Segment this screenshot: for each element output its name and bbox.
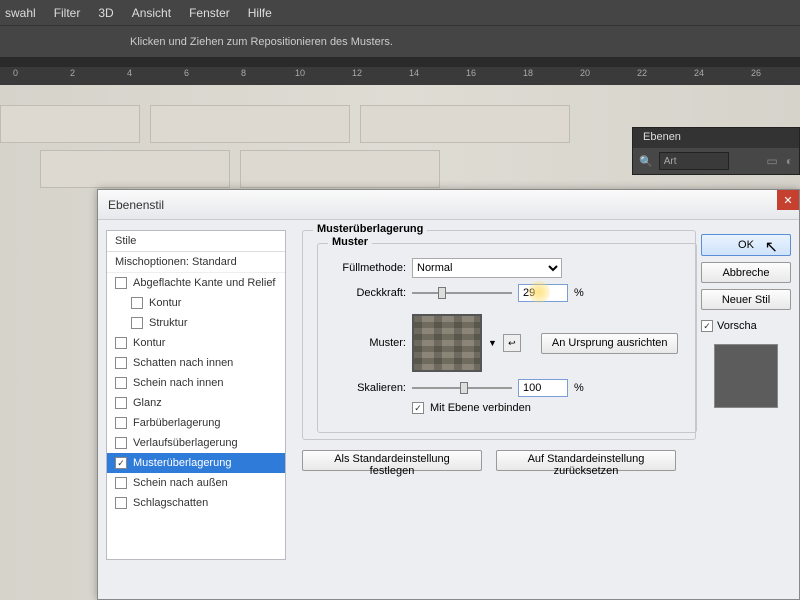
style-label: Schatten nach innen — [133, 357, 233, 369]
style-label: Glanz — [133, 397, 162, 409]
ok-button[interactable]: OK ↖ — [701, 234, 791, 256]
new-style-button[interactable]: Neuer Stil — [701, 289, 791, 310]
style-label: Abgeflachte Kante und Relief — [133, 277, 276, 289]
style-checkbox[interactable]: ✓ — [115, 457, 127, 469]
style-checkbox[interactable] — [115, 417, 127, 429]
link-with-layer-checkbox[interactable]: ✓ — [412, 402, 424, 414]
style-item[interactable]: Glanz — [107, 393, 285, 413]
group-legend: Muster — [328, 236, 372, 248]
style-label: Kontur — [149, 297, 181, 309]
pattern-picker[interactable] — [412, 314, 482, 372]
dialog-titlebar[interactable]: Ebenenstil ✕ — [98, 190, 799, 220]
layers-panel: Ebenen 🔍 ▭ ◐ — [632, 127, 800, 175]
pattern-overlay-settings: Musterüberlagerung Muster Füllmethode: N… — [294, 230, 693, 589]
style-item[interactable]: Abgeflachte Kante und Relief — [107, 273, 285, 293]
style-label: Verlaufsüberlagerung — [133, 437, 238, 449]
opacity-slider[interactable] — [412, 292, 512, 294]
style-checkbox[interactable] — [115, 337, 127, 349]
style-checkbox[interactable] — [115, 477, 127, 489]
menu-item[interactable]: Ansicht — [132, 6, 171, 20]
percent-label: % — [574, 287, 584, 299]
style-checkbox[interactable] — [115, 397, 127, 409]
snap-to-origin-button[interactable]: An Ursprung ausrichten — [541, 333, 679, 354]
style-label: Schein nach außen — [133, 477, 228, 489]
pattern-label: Muster: — [328, 337, 406, 349]
scale-input[interactable] — [518, 379, 568, 397]
style-item[interactable]: Schatten nach innen — [107, 353, 285, 373]
style-item[interactable]: Kontur — [107, 293, 285, 313]
blend-mode-select[interactable]: Normal — [412, 258, 562, 278]
layer-style-dialog: Ebenenstil ✕ Stile Mischoptionen: Standa… — [97, 189, 800, 600]
styles-header: Stile — [107, 231, 285, 252]
layer-filter-input[interactable] — [659, 152, 729, 170]
style-label: Farbüberlagerung — [133, 417, 220, 429]
reset-default-button[interactable]: Auf Standardeinstellung zurücksetzen — [496, 450, 676, 471]
menu-item[interactable]: Filter — [54, 6, 81, 20]
dialog-buttons: OK ↖ Abbreche Neuer Stil ✓ Vorscha — [701, 230, 791, 589]
style-label: Schlagschatten — [133, 497, 208, 509]
style-checkbox[interactable] — [115, 497, 127, 509]
blend-mode-label: Füllmethode: — [328, 262, 406, 274]
filter-adjust-icon[interactable]: ◐ — [786, 154, 793, 168]
preview-checkbox[interactable]: ✓ — [701, 320, 713, 332]
preview-label: Vorscha — [717, 320, 757, 332]
style-item[interactable]: ✓ Musterüberlagerung — [107, 453, 285, 473]
styles-list: Stile Mischoptionen: Standard Abgeflacht… — [106, 230, 286, 560]
hint-text: Klicken und Ziehen zum Repositionieren d… — [130, 36, 393, 48]
style-item[interactable]: Struktur — [107, 313, 285, 333]
menu-item[interactable]: 3D — [98, 6, 113, 20]
style-preview — [714, 344, 778, 408]
cursor-icon: ↖ — [765, 237, 778, 257]
style-checkbox[interactable] — [131, 317, 143, 329]
options-bar: Klicken und Ziehen zum Repositionieren d… — [0, 25, 800, 57]
divider — [0, 57, 800, 67]
menu-item[interactable]: swahl — [5, 6, 36, 20]
opacity-label: Deckkraft: — [328, 287, 406, 299]
style-checkbox[interactable] — [131, 297, 143, 309]
menu-item[interactable]: Fenster — [189, 6, 230, 20]
blending-options-row[interactable]: Mischoptionen: Standard — [107, 252, 285, 273]
make-default-button[interactable]: Als Standardeinstellung festlegen — [302, 450, 482, 471]
link-with-layer-label: Mit Ebene verbinden — [430, 402, 531, 414]
style-checkbox[interactable] — [115, 357, 127, 369]
chevron-down-icon[interactable]: ▼ — [488, 338, 497, 348]
menu-item[interactable]: Hilfe — [248, 6, 272, 20]
ruler-horizontal: 024 6810 121416 182022 2426 — [0, 67, 800, 85]
style-label: Struktur — [149, 317, 188, 329]
new-preset-icon[interactable]: ↩ — [503, 334, 521, 352]
style-label: Musterüberlagerung — [133, 457, 231, 469]
layers-tab[interactable]: Ebenen — [633, 128, 799, 148]
close-icon[interactable]: ✕ — [777, 190, 799, 210]
style-label: Kontur — [133, 337, 165, 349]
section-legend: Musterüberlagerung — [313, 223, 427, 235]
style-item[interactable]: Schein nach innen — [107, 373, 285, 393]
percent-label: % — [574, 382, 584, 394]
style-item[interactable]: Farbüberlagerung — [107, 413, 285, 433]
scale-slider[interactable] — [412, 387, 512, 389]
style-checkbox[interactable] — [115, 377, 127, 389]
cancel-button[interactable]: Abbreche — [701, 262, 791, 283]
search-icon: 🔍 — [639, 155, 653, 168]
filter-image-icon[interactable]: ▭ — [766, 154, 777, 168]
dialog-title-text: Ebenenstil — [108, 198, 164, 212]
style-checkbox[interactable] — [115, 277, 127, 289]
style-checkbox[interactable] — [115, 437, 127, 449]
style-label: Schein nach innen — [133, 377, 224, 389]
menubar: swahl Filter 3D Ansicht Fenster Hilfe — [0, 0, 800, 25]
style-item[interactable]: Kontur — [107, 333, 285, 353]
scale-label: Skalieren: — [328, 382, 406, 394]
style-item[interactable]: Verlaufsüberlagerung — [107, 433, 285, 453]
style-item[interactable]: Schein nach außen — [107, 473, 285, 493]
style-item[interactable]: Schlagschatten — [107, 493, 285, 513]
